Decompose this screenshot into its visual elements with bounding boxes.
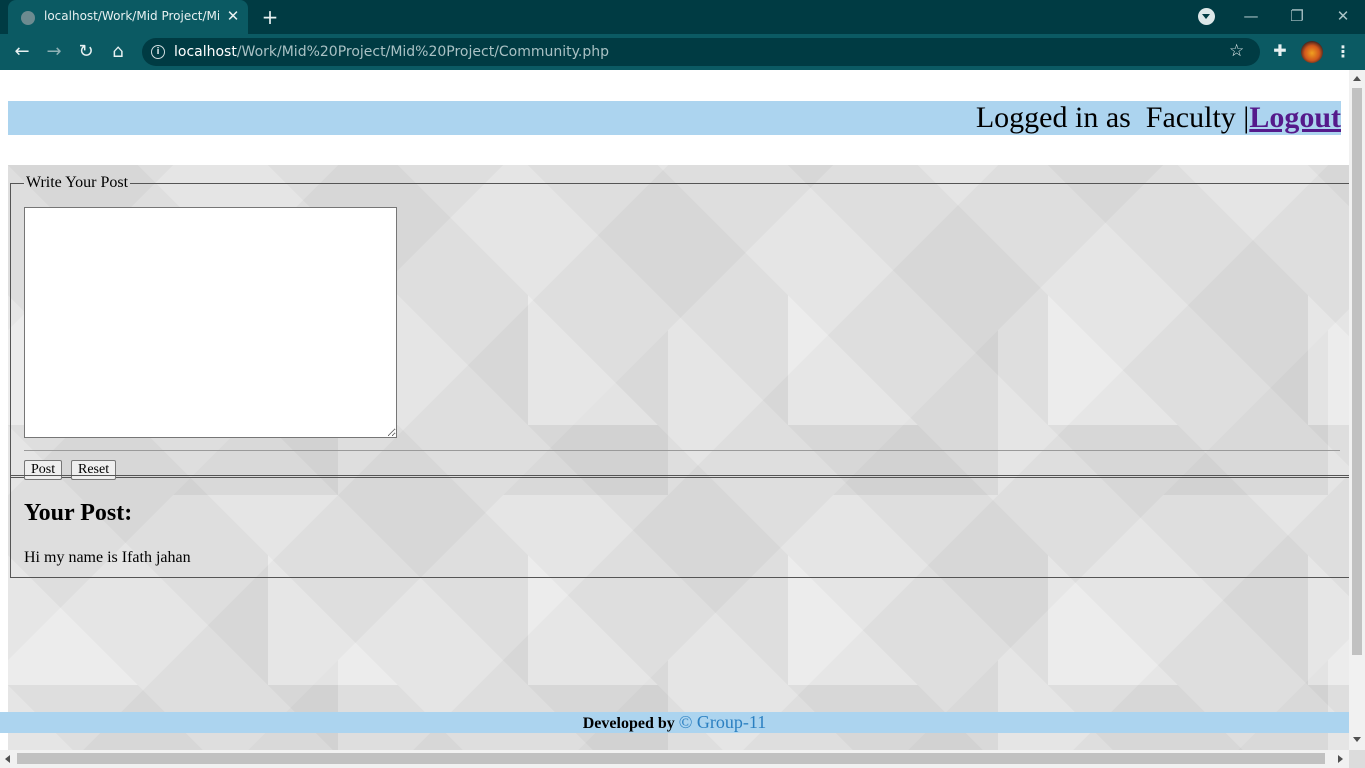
- back-arrow-icon[interactable]: ←: [11, 41, 33, 63]
- logged-in-label: Logged in as Faculty |: [975, 101, 1250, 134]
- window-close-button[interactable]: ✕: [1328, 4, 1358, 28]
- tab-search-icon[interactable]: [1198, 8, 1215, 25]
- globe-icon: [21, 11, 35, 25]
- tab-strip: localhost/Work/Mid Project/Mid ✕ + — ❐ ✕: [0, 0, 1365, 34]
- scroll-down-arrow-icon[interactable]: [1353, 737, 1361, 742]
- divider: [24, 450, 1340, 451]
- url-host: localhost: [174, 44, 237, 60]
- logout-link[interactable]: Logout: [1249, 101, 1341, 134]
- browser-toolbar: ← → ↻ ⌂ i localhost/Work/Mid%20Project/M…: [0, 34, 1365, 70]
- scroll-up-arrow-icon[interactable]: [1353, 76, 1361, 81]
- browser-tab[interactable]: localhost/Work/Mid Project/Mid ✕: [8, 0, 248, 34]
- developed-by-label: Developed by: [582, 715, 675, 732]
- scroll-right-arrow-icon[interactable]: [1338, 755, 1343, 763]
- page-viewport: Logged in as Faculty |Logout Write Your …: [0, 70, 1349, 750]
- write-post-legend: Write Your Post: [26, 174, 129, 191]
- login-status: Logged in as Faculty |Logout: [976, 101, 1341, 135]
- info-icon[interactable]: i: [151, 45, 165, 59]
- puzzle-icon[interactable]: ✚: [1270, 41, 1290, 61]
- new-tab-button[interactable]: +: [259, 6, 281, 28]
- star-icon[interactable]: ☆: [1229, 41, 1244, 61]
- group-credit: © Group-11: [678, 712, 767, 732]
- vertical-scrollbar[interactable]: [1349, 70, 1365, 750]
- scroll-left-arrow-icon[interactable]: [5, 755, 10, 763]
- home-icon[interactable]: ⌂: [107, 41, 129, 63]
- footer-bar: Developed by © Group-11: [0, 712, 1349, 733]
- address-bar[interactable]: i localhost/Work/Mid%20Project/Mid%20Pro…: [142, 38, 1260, 66]
- your-post-fieldset: Your Post: Hi my name is Ifath jahan: [10, 475, 1349, 578]
- close-tab-icon[interactable]: ✕: [224, 7, 242, 25]
- post-item: Hi my name is Ifath jahan: [24, 549, 191, 566]
- avatar[interactable]: [1301, 41, 1323, 63]
- tab-title: localhost/Work/Mid Project/Mid: [44, 9, 219, 23]
- reload-icon[interactable]: ↻: [75, 41, 97, 63]
- post-textarea[interactable]: [24, 207, 397, 438]
- minimize-button[interactable]: —: [1236, 4, 1266, 28]
- url-text[interactable]: localhost/Work/Mid%20Project/Mid%20Proje…: [174, 44, 609, 60]
- url-path: /Work/Mid%20Project/Mid%20Project/Commun…: [236, 44, 610, 60]
- scrollbar-corner: [1349, 750, 1365, 768]
- restore-button[interactable]: ❐: [1282, 4, 1312, 28]
- kebab-menu-icon[interactable]: ⋮: [1334, 41, 1352, 63]
- horizontal-scroll-thumb[interactable]: [17, 753, 1325, 764]
- horizontal-scrollbar[interactable]: [0, 750, 1349, 768]
- write-post-fieldset: Write Your Post Post Reset: [10, 174, 1349, 480]
- forward-arrow-icon[interactable]: →: [43, 41, 65, 63]
- header-bar: Logged in as Faculty |Logout: [8, 101, 1341, 135]
- vertical-scroll-thumb[interactable]: [1352, 88, 1362, 655]
- your-post-heading: Your Post:: [24, 500, 133, 526]
